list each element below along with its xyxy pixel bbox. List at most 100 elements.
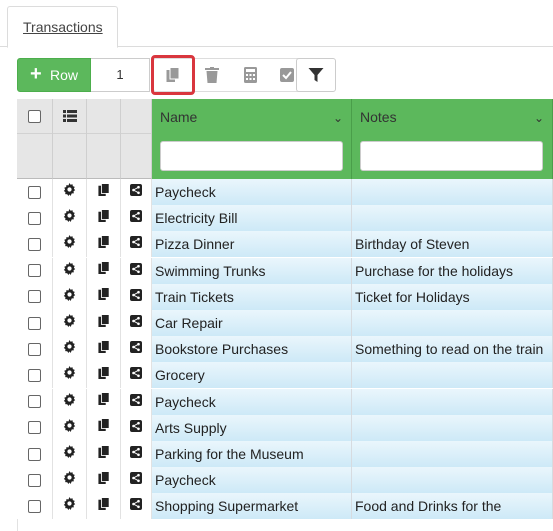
copy-button[interactable] — [151, 55, 195, 95]
copy-icon[interactable] — [97, 444, 110, 464]
cell-name[interactable]: Shopping Supermarket — [152, 493, 352, 520]
chevron-down-icon[interactable]: ⌄ — [333, 111, 343, 125]
notes-filter-input[interactable] — [360, 141, 543, 171]
table-row[interactable]: Parking for the Museum — [17, 441, 553, 467]
cell-name[interactable]: Arts Supply — [152, 414, 352, 441]
table-row[interactable]: Pizza Dinner Birthday of Steven — [17, 231, 553, 258]
row-checkbox[interactable] — [28, 264, 41, 278]
cell-name[interactable]: Paycheck — [152, 388, 352, 415]
table-row[interactable]: Bookstore Purchases Something to read on … — [17, 336, 553, 363]
cell-name[interactable]: Car Repair — [152, 310, 352, 336]
cell-notes[interactable]: Something to read on the train — [352, 336, 553, 363]
copy-icon[interactable] — [97, 182, 110, 202]
cell-name[interactable]: Parking for the Museum — [152, 441, 352, 467]
cell-notes[interactable] — [352, 362, 553, 389]
cell-name[interactable]: Paycheck — [152, 467, 352, 494]
row-checkbox[interactable] — [28, 447, 41, 461]
table-row[interactable]: Shopping Supermarket Food and Drinks for … — [17, 493, 553, 520]
share-icon[interactable] — [130, 393, 142, 411]
list-icon[interactable] — [62, 110, 77, 122]
gear-icon[interactable] — [63, 497, 76, 515]
table-row[interactable]: Paycheck — [17, 179, 553, 205]
add-row-button[interactable]: + Row — [17, 58, 91, 92]
gear-icon[interactable] — [63, 261, 76, 280]
gear-icon[interactable] — [63, 471, 76, 489]
table-row[interactable]: Swimming Trunks Purchase for the holidays — [17, 257, 553, 284]
gear-icon[interactable] — [63, 209, 76, 227]
delete-button[interactable] — [194, 59, 230, 91]
copy-icon[interactable] — [97, 392, 110, 411]
gear-icon[interactable] — [63, 340, 76, 358]
table-row[interactable]: Grocery — [17, 362, 553, 389]
copy-icon[interactable] — [97, 313, 110, 333]
gear-icon[interactable] — [63, 287, 76, 306]
table-row[interactable]: Paycheck — [17, 467, 553, 494]
row-checkbox[interactable] — [28, 290, 41, 304]
cell-notes[interactable]: Food and Drinks for the — [352, 493, 553, 520]
row-checkbox[interactable] — [28, 368, 41, 382]
share-icon[interactable] — [130, 183, 142, 201]
share-icon[interactable] — [130, 445, 142, 463]
gear-icon[interactable] — [63, 366, 76, 384]
column-header-name[interactable]: Name ⌄ — [152, 99, 352, 179]
table-row[interactable]: Electricity Bill — [17, 205, 553, 232]
cell-name[interactable]: Paycheck — [152, 179, 352, 205]
row-checkbox[interactable] — [28, 421, 41, 435]
row-checkbox[interactable] — [28, 185, 41, 199]
cell-notes[interactable] — [352, 205, 553, 232]
row-checkbox[interactable] — [28, 395, 41, 409]
row-checkbox[interactable] — [28, 499, 41, 513]
cell-name[interactable]: Train Tickets — [152, 283, 352, 310]
cell-notes[interactable] — [352, 388, 553, 415]
table-row[interactable]: Arts Supply — [17, 414, 553, 441]
copy-icon[interactable] — [97, 497, 110, 516]
share-icon[interactable] — [130, 262, 142, 280]
filter-button[interactable] — [296, 58, 336, 92]
row-checkbox[interactable] — [28, 316, 41, 330]
share-icon[interactable] — [130, 340, 142, 358]
gear-icon[interactable] — [63, 183, 76, 201]
share-icon[interactable] — [130, 314, 142, 332]
cell-name[interactable]: Bookstore Purchases — [152, 336, 352, 363]
share-icon[interactable] — [130, 288, 142, 306]
row-checkbox[interactable] — [28, 211, 41, 225]
column-header-notes[interactable]: Notes ⌄ — [352, 99, 553, 179]
calculator-button[interactable] — [232, 59, 268, 91]
cell-name[interactable]: Electricity Bill — [152, 205, 352, 232]
copy-icon[interactable] — [97, 261, 110, 280]
cell-notes[interactable]: Ticket for Holidays — [352, 283, 553, 310]
gear-icon[interactable] — [63, 314, 76, 332]
gear-icon[interactable] — [63, 235, 76, 253]
share-icon[interactable] — [130, 235, 142, 253]
gear-icon[interactable] — [63, 445, 76, 463]
share-icon[interactable] — [130, 497, 142, 515]
cell-notes[interactable]: Birthday of Steven — [352, 231, 553, 258]
row-checkbox[interactable] — [28, 237, 41, 251]
cell-name[interactable]: Pizza Dinner — [152, 231, 352, 258]
table-row[interactable]: Car Repair — [17, 310, 553, 336]
cell-name[interactable]: Grocery — [152, 362, 352, 389]
copy-icon[interactable] — [97, 366, 110, 385]
chevron-down-icon[interactable]: ⌄ — [534, 111, 544, 125]
cell-notes[interactable] — [352, 414, 553, 441]
copy-icon[interactable] — [97, 287, 110, 306]
cell-notes[interactable]: Purchase for the holidays — [352, 257, 553, 284]
table-row[interactable]: Train Tickets Ticket for Holidays — [17, 283, 553, 310]
copy-icon[interactable] — [97, 339, 110, 359]
share-icon[interactable] — [130, 471, 142, 489]
cell-notes[interactable] — [352, 467, 553, 494]
gear-icon[interactable] — [63, 392, 76, 411]
name-filter-input[interactable] — [160, 141, 343, 171]
gear-icon[interactable] — [63, 418, 76, 437]
copy-icon[interactable] — [97, 235, 110, 254]
row-count-input[interactable]: 1 — [91, 58, 150, 92]
share-icon[interactable] — [130, 209, 142, 227]
cell-notes[interactable] — [352, 310, 553, 336]
copy-icon[interactable] — [97, 208, 110, 228]
row-checkbox[interactable] — [28, 342, 41, 356]
share-icon[interactable] — [130, 419, 142, 437]
select-all-checkbox[interactable] — [28, 109, 41, 123]
cell-notes[interactable] — [352, 179, 553, 205]
cell-notes[interactable] — [352, 441, 553, 467]
cell-name[interactable]: Swimming Trunks — [152, 257, 352, 284]
